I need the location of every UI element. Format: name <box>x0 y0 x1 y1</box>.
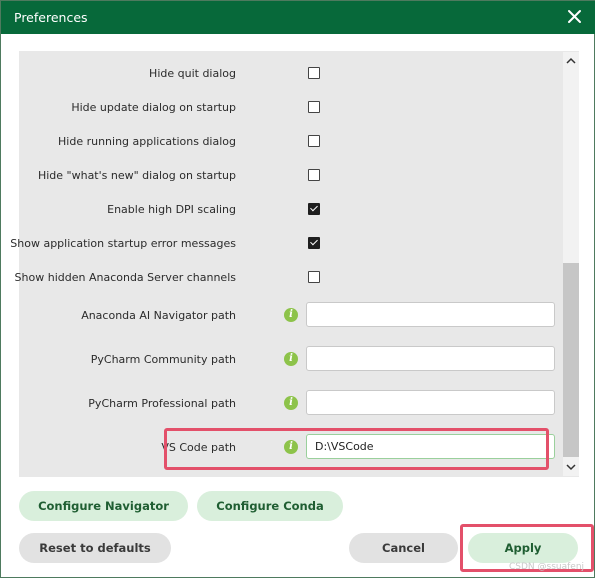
path-label: Anaconda AI Navigator path <box>81 309 236 322</box>
scroll-up-button[interactable] <box>563 52 579 70</box>
info-icon[interactable]: i <box>284 396 298 410</box>
info-icon[interactable]: i <box>284 308 298 322</box>
hide-running-apps-dialog-checkbox[interactable] <box>308 135 320 147</box>
vscode-path-highlight <box>164 428 549 470</box>
show-startup-errors-checkbox[interactable] <box>308 237 320 249</box>
path-label: PyCharm Community path <box>90 353 236 366</box>
setting-label: Hide "what's new" dialog on startup <box>37 169 236 182</box>
setting-label: Hide update dialog on startup <box>71 101 236 114</box>
chevron-down-icon <box>566 464 576 471</box>
scrollbar[interactable] <box>563 52 579 476</box>
anaconda-ai-navigator-path-input[interactable] <box>306 302 555 327</box>
enable-high-dpi-checkbox[interactable] <box>308 203 320 215</box>
hide-quit-dialog-checkbox[interactable] <box>308 67 320 79</box>
cancel-button[interactable]: Cancel <box>349 533 458 563</box>
hide-update-dialog-checkbox[interactable] <box>308 101 320 113</box>
close-icon <box>568 10 581 23</box>
configure-navigator-button[interactable]: Configure Navigator <box>19 491 188 521</box>
scroll-down-button[interactable] <box>563 458 579 476</box>
close-button[interactable] <box>561 4 587 30</box>
hide-whats-new-dialog-checkbox[interactable] <box>308 169 320 181</box>
setting-label: Hide running applications dialog <box>58 135 236 148</box>
info-icon[interactable]: i <box>284 352 298 366</box>
pycharm-community-path-input[interactable] <box>306 346 555 371</box>
configure-conda-button[interactable]: Configure Conda <box>197 491 343 521</box>
title-bar: Preferences <box>1 1 595 34</box>
watermark: CSDN @ssuafenj <box>509 562 585 572</box>
setting-label: Show application startup error messages <box>10 237 236 250</box>
setting-label: Show hidden Anaconda Server channels <box>14 271 236 284</box>
preferences-dialog: Preferences Hide quit dialog Hide update… <box>0 0 595 578</box>
setting-label: Enable high DPI scaling <box>107 203 236 216</box>
pycharm-professional-path-input[interactable] <box>306 390 555 415</box>
scroll-thumb[interactable] <box>563 263 579 457</box>
dialog-title: Preferences <box>14 10 88 25</box>
path-label: PyCharm Professional path <box>88 397 236 410</box>
preferences-panel: Hide quit dialog Hide update dialog on s… <box>10 51 579 477</box>
chevron-up-icon <box>566 57 576 64</box>
setting-label: Hide quit dialog <box>149 67 236 80</box>
reset-to-defaults-button[interactable]: Reset to defaults <box>19 533 171 563</box>
show-hidden-channels-checkbox[interactable] <box>308 271 320 283</box>
